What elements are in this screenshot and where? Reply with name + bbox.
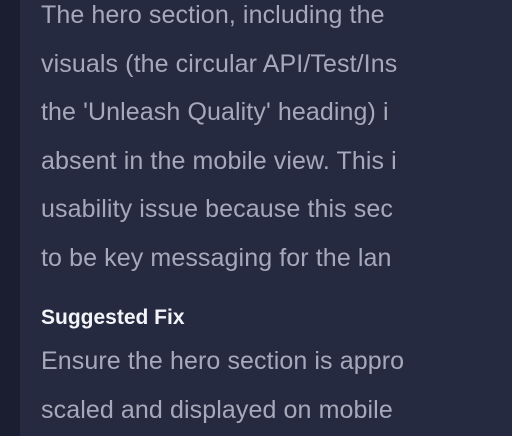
suggested-fix-text: Ensure the hero section is appro scaled … (41, 337, 511, 434)
suggested-fix-heading: Suggested Fix (41, 306, 185, 329)
description-line: visuals (the circular API/Test/Ins (41, 49, 398, 78)
issue-detail-content: The hero section, including the visuals … (41, 0, 511, 434)
description-line: usability issue because this sec (41, 195, 393, 223)
viewport: The hero section, including the visuals … (0, 0, 512, 436)
description-line: the 'Unleash Quality' heading) i (41, 98, 389, 126)
description-line: The hero section, including the (41, 1, 385, 29)
description-line: to be key messaging for the lan (41, 243, 392, 272)
left-rail (0, 0, 20, 436)
suggested-fix-line: Ensure the hero section is appro (41, 347, 405, 375)
description-line: absent in the mobile view. This i (41, 146, 397, 175)
suggested-fix-line: scaled and displayed on mobile (41, 395, 393, 424)
issue-description: The hero section, including the visuals … (41, 0, 511, 282)
